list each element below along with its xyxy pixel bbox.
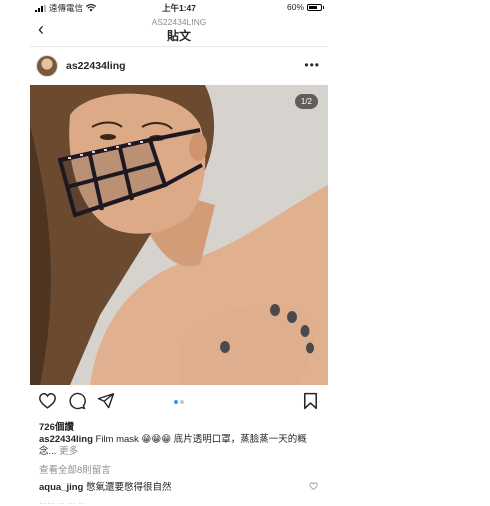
- carousel-dots: [30, 400, 328, 404]
- status-bar: 遠傳電信 上午1:47 60%: [30, 0, 328, 14]
- avatar[interactable]: [36, 55, 58, 77]
- battery-icon: [307, 3, 324, 11]
- image-counter: 1/2: [294, 94, 318, 109]
- carousel-dot-active: [174, 400, 178, 404]
- battery-percent: 60%: [286, 2, 304, 12]
- next-comment-peek: …… … … …: [39, 497, 86, 506]
- status-right: 60%: [286, 2, 324, 12]
- carousel-dot: [180, 400, 184, 404]
- comment-row: aqua_jing 憋氣還要憋得很自然: [39, 479, 321, 493]
- comment-like-heart-icon[interactable]: [309, 482, 318, 490]
- page-title: 貼文: [166, 29, 191, 43]
- caption-username[interactable]: as22434ling: [39, 434, 93, 445]
- likes-count[interactable]: 726個讚: [39, 419, 74, 433]
- caption-more-link[interactable]: 更多: [59, 446, 78, 457]
- instagram-post-screen: 遠傳電信 上午1:47 60% ‹ AS22434LING 貼文 as22434…: [30, 0, 328, 506]
- nav-header: ‹ AS22434LING 貼文: [30, 14, 328, 47]
- more-options-button[interactable]: •••: [304, 58, 320, 72]
- post-caption: as22434ling Film mask 😁😁😁 底片透明口罩，蒸臉蒸一天的概…: [39, 434, 321, 458]
- action-bar: [30, 390, 328, 414]
- comment-text: 憋氣還要憋得很自然: [85, 482, 172, 493]
- view-all-comments-link[interactable]: 查看全部8則留言: [39, 462, 111, 476]
- post-photo[interactable]: 1/2: [30, 85, 328, 385]
- photo-illustration: [30, 85, 328, 385]
- post-header: as22434ling •••: [30, 47, 328, 85]
- nav-subtitle: AS22434LING: [151, 17, 207, 27]
- post-username[interactable]: as22434ling: [66, 60, 126, 72]
- save-bookmark-icon[interactable]: [303, 392, 318, 410]
- status-time: 上午1:47: [161, 3, 196, 13]
- comment-username[interactable]: aqua_jing: [39, 482, 83, 493]
